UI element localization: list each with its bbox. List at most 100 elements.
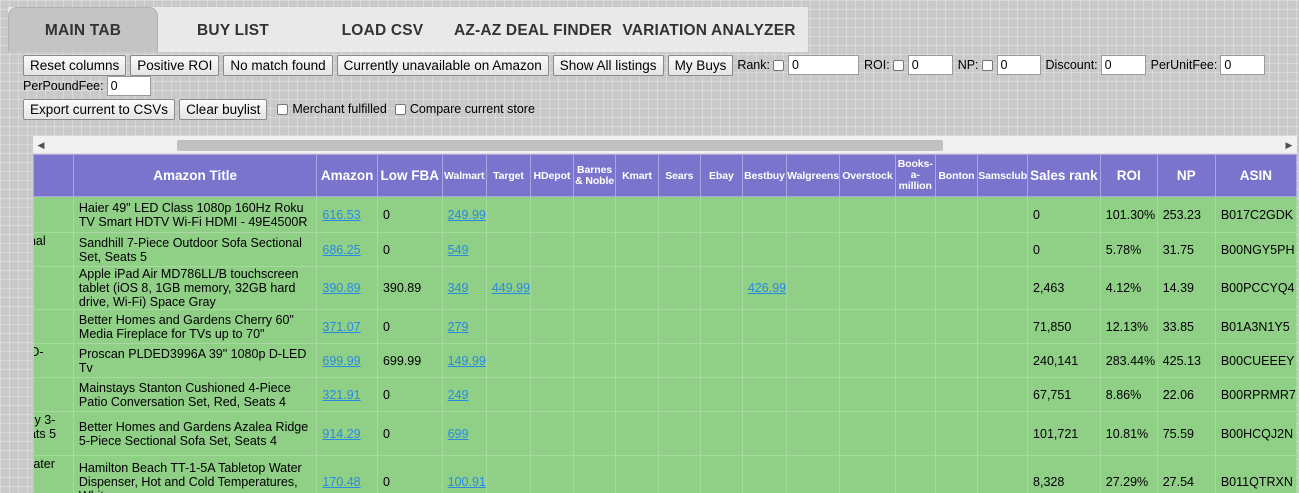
col-header-np[interactable]: NP bbox=[1156, 154, 1216, 197]
col-header-sales-rank[interactable]: Sales rank bbox=[1027, 154, 1101, 197]
bestbuy-price-cell[interactable] bbox=[741, 377, 788, 412]
perunitfee-input[interactable] bbox=[1220, 55, 1266, 75]
col-header-overstock[interactable]: Overstock bbox=[839, 154, 896, 197]
col-header-samsclub[interactable]: Samsclub bbox=[977, 154, 1029, 197]
roi-input[interactable] bbox=[907, 55, 953, 75]
amazon-price-cell-link[interactable]: 371.07 bbox=[322, 320, 360, 334]
bestbuy-price-cell[interactable]: 426.99 bbox=[741, 266, 788, 310]
walmart-price-cell[interactable]: 549 bbox=[441, 232, 487, 267]
col-header-target[interactable]: Target bbox=[485, 154, 532, 197]
table-row[interactable]: ED- Proscan PLDED3996A 39" 1080p D-LED Tv… bbox=[33, 343, 1297, 378]
col-header-hdepot[interactable]: HDepot bbox=[530, 154, 574, 197]
rank-input[interactable] bbox=[787, 55, 859, 75]
amazon-price-cell[interactable]: 686.25 bbox=[316, 232, 378, 267]
col-header-roi[interactable]: ROI bbox=[1099, 154, 1158, 197]
col-header-sears[interactable]: Sears bbox=[657, 154, 701, 197]
amazon-price-cell[interactable]: 371.07 bbox=[316, 309, 378, 344]
rank-checkbox[interactable] bbox=[772, 59, 784, 71]
table-row[interactable]: uHaier 49" LED Class 1080p 160Hz Roku TV… bbox=[33, 196, 1297, 233]
walmart-price-cell-link[interactable]: 349 bbox=[448, 281, 469, 295]
amazon-price-cell-link[interactable]: 390.89 bbox=[322, 281, 360, 295]
show-all-listings-button[interactable]: Show All listings bbox=[552, 54, 664, 76]
tab-load-csv[interactable]: LOAD CSV bbox=[320, 10, 445, 52]
amazon-price-cell[interactable]: 914.29 bbox=[316, 411, 378, 456]
table-row[interactable]: onal Sandhill 7-Piece Outdoor Sofa Sectio… bbox=[33, 232, 1297, 267]
col-header-walgreens[interactable]: Walgreens bbox=[786, 154, 841, 197]
amazon-price-cell[interactable]: 699.99 bbox=[316, 343, 378, 378]
col-header-books-a-million[interactable]: Books-a-million bbox=[894, 154, 936, 197]
walmart-price-cell-link[interactable]: 249 bbox=[448, 388, 469, 402]
export-csv-button[interactable]: Export current to CSVs bbox=[23, 98, 176, 120]
walmart-price-cell-link[interactable]: 549 bbox=[448, 243, 469, 257]
amazon-price-cell[interactable]: 321.91 bbox=[316, 377, 378, 412]
col-header-walmart[interactable]: Walmart bbox=[441, 154, 487, 197]
amazon-price-cell-link[interactable]: 686.25 bbox=[322, 243, 360, 257]
amazon-price-cell-link[interactable]: 699.99 bbox=[322, 354, 360, 368]
amazon-price-cell-link[interactable]: 914.29 bbox=[322, 427, 360, 441]
amazon-price-cell[interactable]: 390.89 bbox=[316, 266, 378, 310]
tab-az-az-deal-finder[interactable]: AZ-AZ DEAL FINDER bbox=[452, 10, 614, 52]
horizontal-scrollbar[interactable]: ◀ ▶ bbox=[33, 136, 1297, 154]
triangle-right-icon[interactable]: ▶ bbox=[1281, 136, 1297, 154]
col-header-amazon-title[interactable]: Amazon Title bbox=[72, 154, 318, 197]
triangle-left-icon[interactable]: ◀ bbox=[33, 136, 49, 154]
positive-roi-button[interactable]: Positive ROI bbox=[130, 54, 220, 76]
table-row[interactable]: Water Hamilton Beach TT-1-5A Tabletop Wat… bbox=[33, 455, 1297, 493]
bestbuy-price-cell[interactable] bbox=[741, 232, 788, 267]
table-row[interactable]: Apple iPad Air MD786LL/B touchscreen tab… bbox=[33, 266, 1297, 310]
bestbuy-price-cell[interactable] bbox=[741, 455, 788, 493]
discount-input[interactable] bbox=[1100, 55, 1146, 75]
target-price-cell[interactable] bbox=[485, 309, 532, 344]
bestbuy-price-cell[interactable] bbox=[741, 343, 788, 378]
walmart-price-cell[interactable]: 249.99 bbox=[441, 196, 487, 233]
target-price-cell[interactable]: 449.99 bbox=[485, 266, 532, 310]
col-header-amazon[interactable]: Amazon bbox=[316, 154, 378, 197]
scrollbar-thumb[interactable] bbox=[177, 140, 943, 151]
amazon-price-cell[interactable]: 616.53 bbox=[316, 196, 378, 233]
np-input[interactable] bbox=[996, 55, 1041, 75]
walmart-price-cell-link[interactable]: 279 bbox=[448, 320, 469, 334]
col-header-bestbuy[interactable]: Bestbuy bbox=[741, 154, 788, 197]
perpoundfee-input[interactable] bbox=[106, 76, 151, 96]
col-header-low-fba[interactable]: Low FBA bbox=[376, 154, 443, 197]
roi-checkbox[interactable] bbox=[892, 59, 904, 71]
target-price-cell[interactable] bbox=[485, 343, 532, 378]
target-price-cell[interactable] bbox=[485, 455, 532, 493]
currently-unavailable-button[interactable]: Currently unavailable on Amazon bbox=[336, 54, 549, 76]
merchant-fulfilled-checkbox[interactable] bbox=[277, 103, 289, 115]
bestbuy-price-cell-link[interactable]: 426.99 bbox=[748, 281, 786, 295]
no-match-found-button[interactable]: No match found bbox=[223, 54, 333, 76]
target-price-cell-link[interactable]: 449.99 bbox=[492, 281, 530, 295]
clear-buylist-button[interactable]: Clear buylist bbox=[179, 98, 268, 120]
table-row[interactable]: eMainstays Stanton Cushioned 4-Piece Pat… bbox=[33, 377, 1297, 412]
amazon-price-cell[interactable]: 170.48 bbox=[316, 455, 378, 493]
walmart-price-cell-link[interactable]: 100.91 bbox=[448, 475, 486, 489]
walmart-price-cell[interactable]: 249 bbox=[441, 377, 487, 412]
target-price-cell[interactable] bbox=[485, 232, 532, 267]
bestbuy-price-cell[interactable] bbox=[741, 196, 788, 233]
table-row[interactable]: lley 3- eats 5 Better Homes and Gardens A… bbox=[33, 411, 1297, 456]
np-checkbox[interactable] bbox=[981, 59, 993, 71]
amazon-price-cell-link[interactable]: 170.48 bbox=[322, 475, 360, 489]
tab-buy-list[interactable]: BUY LIST bbox=[163, 10, 303, 52]
amazon-price-cell-link[interactable]: 616.53 bbox=[322, 208, 360, 222]
bestbuy-price-cell[interactable] bbox=[741, 411, 788, 456]
target-price-cell[interactable] bbox=[485, 196, 532, 233]
walmart-price-cell[interactable]: 279 bbox=[441, 309, 487, 344]
target-price-cell[interactable] bbox=[485, 377, 532, 412]
target-price-cell[interactable] bbox=[485, 411, 532, 456]
compare-store-checkbox[interactable] bbox=[394, 103, 406, 115]
tab-main[interactable]: MAIN TAB bbox=[8, 7, 158, 52]
col-header-kmart[interactable]: Kmart bbox=[615, 154, 659, 197]
amazon-price-cell-link[interactable]: 321.91 bbox=[322, 388, 360, 402]
col-header-barnes-noble[interactable]: Barnes & Noble bbox=[572, 154, 617, 197]
table-row[interactable]: 0"Better Homes and Gardens Cherry 60" Me… bbox=[33, 309, 1297, 344]
walmart-price-cell-link[interactable]: 249.99 bbox=[448, 208, 486, 222]
walmart-price-cell[interactable]: 100.91 bbox=[441, 455, 487, 493]
walmart-price-cell-link[interactable]: 149.99 bbox=[448, 354, 486, 368]
col-header-bonton[interactable]: Bonton bbox=[934, 154, 979, 197]
walmart-price-cell[interactable]: 349 bbox=[441, 266, 487, 310]
bestbuy-price-cell[interactable] bbox=[741, 309, 788, 344]
walmart-price-cell-link[interactable]: 699 bbox=[448, 427, 469, 441]
my-buys-button[interactable]: My Buys bbox=[667, 54, 734, 76]
